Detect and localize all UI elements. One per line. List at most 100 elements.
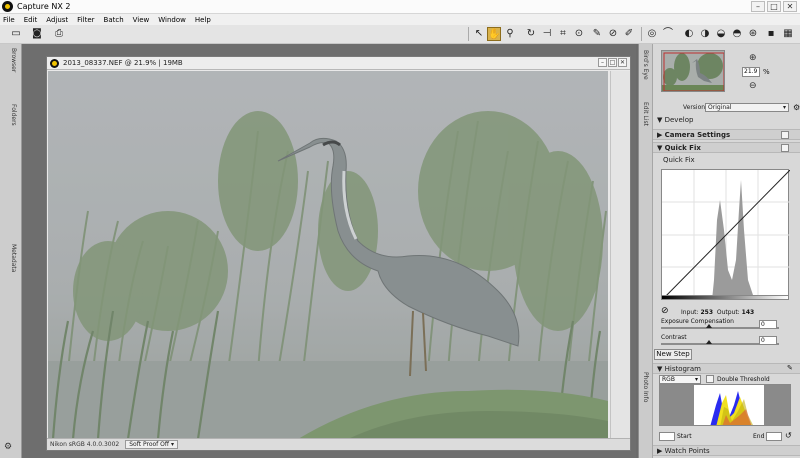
close-button[interactable]: ✕ [783,1,797,12]
quick-fix-checkbox[interactable] [781,144,789,152]
app-title: Capture NX 2 [17,2,71,11]
lasso-icon[interactable]: ⌒ [661,27,675,41]
control-point-white-icon[interactable]: ◒ [714,27,728,41]
image-workspace: 2013_08337.NEF @ 21.9% | 19MB – □ ✕ Niko… [22,44,636,458]
menu-bar: File Edit Adjust Filter Batch View Windo… [0,14,800,25]
exposure-label: Exposure Compensation [661,318,734,325]
camera-settings-checkbox[interactable] [781,131,789,139]
tab-metadata[interactable]: Metadata [5,244,17,272]
menu-edit[interactable]: Edit [24,16,38,24]
red-eye-control-point-icon[interactable]: ⊛ [746,27,760,41]
tab-edit-list[interactable]: Edit List [642,102,649,126]
curves-gradient-bar [661,295,789,300]
menu-adjust[interactable]: Adjust [46,16,68,24]
print-icon[interactable]: ⎙ [52,27,66,41]
tab-photo-info[interactable]: Photo Info [642,372,649,402]
menu-filter[interactable]: Filter [77,16,94,24]
histogram-dropper-icon[interactable]: ✎ [787,364,793,372]
tab-birds-eye[interactable]: Bird's Eye [642,50,649,80]
image-window-controls: – □ ✕ [598,58,627,67]
image-minimize-button[interactable]: – [598,58,607,67]
tab-browser[interactable]: Browser [5,48,17,72]
zoom-in-icon[interactable]: ⊕ [749,53,757,63]
zoom-out-icon[interactable]: ⊖ [749,81,757,91]
toolbar: ▭ ◙ ⎙ ↖ ✋ ⚲ ↻ ⊣ ⌗ ⊙ ✎ ⊘ ✐ ◎ ⌒ ◐ ◑ ◒ ◓ ⊛ … [0,25,800,44]
dropper-icon[interactable]: ⊘ [606,27,620,41]
contrast-label: Contrast [661,334,687,341]
develop-header[interactable]: ▼ Develop [653,115,800,126]
browser-toggle-icon[interactable]: ▭ [9,27,23,41]
hand-tool-icon[interactable]: ✋ [487,27,501,41]
direct-select-icon[interactable]: ↖ [472,27,486,41]
double-threshold-checkbox[interactable] [706,375,714,383]
histogram-channel-dropdown[interactable]: RGB ▾ [659,375,701,384]
right-panel: Bird's Eye Edit List Photo Info ⊕ 21.9 %… [638,44,800,458]
output-label: Output: [716,309,740,316]
image-vertical-scrollbar[interactable] [610,71,630,439]
window-controls: – □ ✕ [751,1,797,12]
fill-remove-icon[interactable]: ▪ [764,27,778,41]
quick-fix-sub: Quick Fix [663,156,695,164]
menu-batch[interactable]: Batch [104,16,124,24]
title-bar: Capture NX 2 – □ ✕ [0,0,800,14]
zoom-unit: % [763,68,770,76]
maximize-button[interactable]: □ [767,1,781,12]
control-point-neutral-icon[interactable]: ◑ [698,27,712,41]
menu-view[interactable]: View [133,16,150,24]
left-panel-strip: Browser Folders Metadata ⚙ [0,44,22,458]
camera-icon[interactable]: ◙ [30,27,44,41]
contrast-input[interactable]: 0 [759,336,777,345]
image-window-titlebar: 2013_08337.NEF @ 21.9% | 19MB – □ ✕ [47,57,630,70]
zoom-tool-icon[interactable]: ⚲ [503,27,517,41]
straighten-icon[interactable]: ⊣ [540,27,554,41]
menu-file[interactable]: File [3,16,15,24]
image-title: 2013_08337.NEF @ 21.9% | 19MB [63,59,183,67]
exposure-slider-thumb[interactable] [706,324,712,328]
image-close-button[interactable]: ✕ [618,58,627,67]
color-control-point-icon[interactable]: ◓ [730,27,744,41]
soft-proof-dropdown[interactable]: Soft Proof Off ▾ [125,440,178,449]
settings-icon[interactable]: ⚙ [4,442,16,452]
contrast-slider-thumb[interactable] [706,340,712,344]
menu-window[interactable]: Window [158,16,186,24]
image-window: 2013_08337.NEF @ 21.9% | 19MB – □ ✕ Niko… [46,56,631,451]
new-step-button[interactable]: New Step [654,349,692,360]
eyedropper-icon[interactable]: ⊘ [661,306,669,316]
start-input[interactable] [659,432,675,441]
histogram-graph [659,384,791,426]
selection-icon[interactable]: ◎ [645,27,659,41]
minimize-button[interactable]: – [751,1,765,12]
quick-fix-header[interactable]: ▼ Quick Fix [653,142,800,153]
double-threshold-label: Double Threshold [717,376,770,383]
camera-settings-header[interactable]: ▶ Camera Settings [653,129,800,140]
auto-retouch-icon[interactable]: ✐ [622,27,636,41]
version-dropdown[interactable]: Original ▾ [705,103,789,112]
version-row: Version Original ▾ ⚙ [653,102,800,113]
app-logo-icon [2,1,13,12]
version-label: Version [683,104,706,111]
birds-eye-thumbnail[interactable] [661,50,725,92]
curves-graph[interactable] [661,169,791,301]
image-status-bar: Nikon sRGB 4.0.0.3002 Soft Proof Off ▾ [47,438,630,450]
heron-photo[interactable] [48,71,608,439]
start-label: Start [677,433,692,440]
end-input[interactable] [766,432,782,441]
watch-points-header[interactable]: ▶ Watch Points [653,445,800,456]
image-maximize-button[interactable]: □ [608,58,617,67]
gradient-icon[interactable]: ▦ [781,27,795,41]
tab-folders[interactable]: Folders [5,104,17,126]
control-point-black-icon[interactable]: ◐ [682,27,696,41]
crop-icon[interactable]: ⌗ [556,27,570,41]
input-label: Input: [681,309,699,316]
end-label: End [753,433,765,440]
histogram-header[interactable]: ▼ Histogram [653,363,800,374]
brush-icon[interactable]: ✎ [590,27,604,41]
red-eye-icon[interactable]: ⊙ [572,27,586,41]
versions-settings-icon[interactable]: ⚙ [793,102,800,113]
nikon-logo-icon [50,58,59,68]
rotate-icon[interactable]: ↻ [524,27,538,41]
menu-help[interactable]: Help [195,16,211,24]
zoom-input[interactable]: 21.9 [742,67,760,77]
reset-icon[interactable]: ↺ [785,431,792,440]
exposure-input[interactable]: 0 [759,320,777,329]
